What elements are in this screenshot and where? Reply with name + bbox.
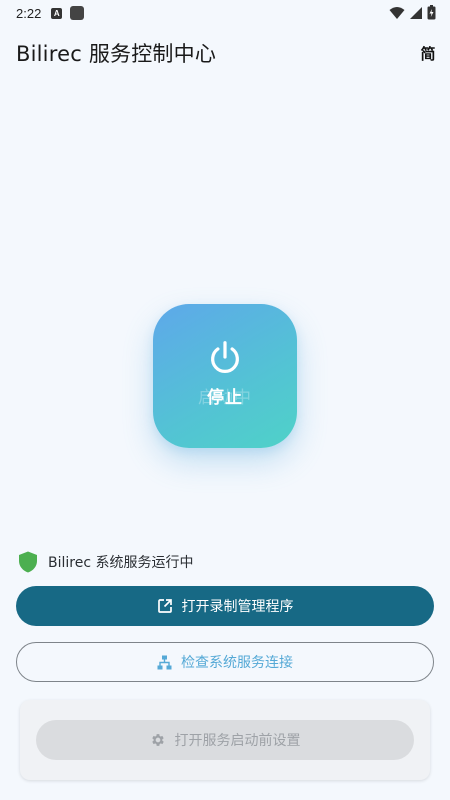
pre-start-settings-label: 打开服务启动前设置 [174, 733, 301, 749]
signal-icon [410, 6, 422, 19]
shield-icon [19, 551, 37, 573]
app-bar: Bilirec 服务控制中心 简 [0, 30, 450, 76]
check-connection-button[interactable]: 检查系统服务连接 [16, 642, 434, 682]
open-manager-label: 打开录制管理程序 [181, 599, 294, 615]
settings-card: 打开服务启动前设置 [20, 700, 430, 780]
power-toggle-button[interactable]: 启动中 停止 [153, 304, 297, 448]
power-button-wrapper: 启动中 停止 [153, 304, 297, 448]
service-status: Bilirec 系统服务运行中 [18, 550, 193, 574]
external-link-icon [157, 599, 172, 613]
status-time: 2:22 [16, 5, 42, 21]
open-manager-button[interactable]: 打开录制管理程序 [16, 586, 434, 626]
wifi-icon [389, 6, 405, 19]
font-icon: A [51, 7, 63, 19]
page-title: Bilirec 服务控制中心 [16, 42, 217, 66]
network-icon [157, 655, 172, 669]
language-toggle-button[interactable]: 简 [414, 39, 442, 67]
power-label: 停止 [207, 388, 243, 408]
gear-icon [151, 734, 164, 746]
status-left-icons: A [51, 6, 85, 20]
power-labels: 启动中 停止 [153, 383, 297, 408]
status-right-icons [389, 5, 436, 20]
battery-icon [427, 5, 436, 20]
service-status-text: Bilirec 系统服务运行中 [48, 555, 194, 571]
status-bar: 2:22 A [0, 0, 450, 26]
pre-start-settings-button[interactable]: 打开服务启动前设置 [36, 720, 414, 760]
power-icon [211, 341, 239, 374]
check-connection-label: 检查系统服务连接 [181, 655, 293, 671]
app-square-icon [70, 6, 85, 20]
app-screen: 2:22 A Bilirec 服务控制中心 简 启动中 停止 Bilirec 系… [0, 0, 450, 800]
